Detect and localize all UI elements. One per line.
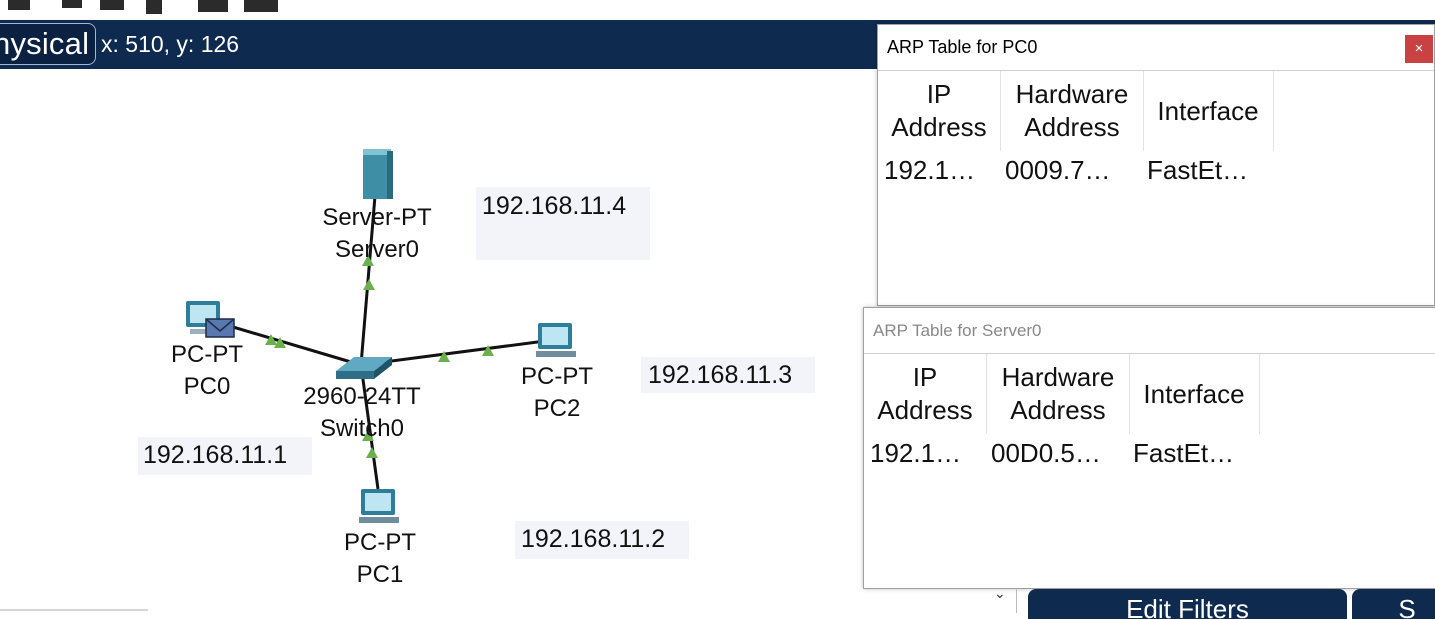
server0-label: Server-PT Server0 — [307, 202, 447, 266]
window-title[interactable]: ARP Table for Server0 — [864, 308, 1435, 353]
toolbar-icon[interactable] — [8, 0, 30, 10]
note-ip-server[interactable]: 192.168.11.4 — [476, 187, 650, 260]
device-name: PC2 — [533, 395, 581, 422]
note-ip-pc0[interactable]: 192.168.11.1 — [138, 437, 312, 475]
cell-hardware: 00D0.5… — [991, 438, 1101, 468]
pc0-label: PC-PT PC0 — [152, 339, 262, 403]
chevron-down-icon[interactable]: ⌄ — [994, 585, 1006, 602]
toolbar-icon[interactable] — [198, 0, 228, 12]
device-name: PC1 — [356, 561, 404, 588]
device-type: PC-PT — [521, 363, 593, 390]
column-header-hardware[interactable]: Hardware Address — [987, 354, 1130, 434]
server-icon — [363, 149, 393, 199]
device-type: PC-PT — [171, 341, 243, 368]
divider — [1016, 588, 1017, 613]
column-header-interface[interactable]: Interface — [1143, 71, 1274, 151]
device-name: Server0 — [334, 236, 420, 263]
cell-interface: FastEt… — [1147, 155, 1249, 185]
divider — [0, 609, 148, 611]
note-ip-pc2[interactable]: 192.168.11.3 — [641, 357, 815, 393]
cell-interface: FastEt… — [1133, 438, 1235, 468]
edit-filters-button[interactable]: Edit Filters — [1028, 589, 1347, 619]
pc1-icon — [359, 489, 399, 523]
pc2-label: PC-PT PC2 — [502, 361, 612, 425]
device-type: Server-PT — [322, 204, 432, 231]
column-header-interface[interactable]: Interface — [1129, 354, 1260, 434]
link-up-indicator — [363, 279, 375, 290]
note-ip-pc1[interactable]: 192.168.11.2 — [515, 521, 689, 559]
column-header-ip[interactable]: IP Address — [864, 354, 987, 434]
device-name: PC0 — [183, 373, 231, 400]
switch0-label: 2960-24TT Switch0 — [287, 381, 437, 445]
arp-table-server0-window[interactable]: ARP Table for Server0 IP Address Hardwar… — [863, 307, 1435, 589]
toolbar-strip — [0, 0, 1435, 20]
toolbar-icon[interactable] — [244, 0, 278, 12]
physical-tab[interactable]: hysical — [0, 23, 97, 65]
column-header-hardware[interactable]: Hardware Address — [1001, 71, 1144, 151]
pc2-icon — [536, 323, 576, 357]
arp-table-pc0-window[interactable]: ARP Table for PC0 × IP Address Hardware … — [877, 24, 1435, 306]
close-icon[interactable]: × — [1405, 35, 1433, 63]
device-type: 2960-24TT — [303, 383, 421, 410]
arp-table: IP Address Hardware Address Interface 19… — [878, 70, 1434, 305]
device-type: PC-PT — [344, 529, 416, 556]
cell-ip: 192.1… — [884, 155, 976, 185]
column-header-ip[interactable]: IP Address — [878, 71, 1001, 151]
link-up-indicator — [366, 447, 378, 458]
arp-table: IP Address Hardware Address Interface 19… — [864, 353, 1435, 588]
toolbar-icon[interactable] — [62, 0, 82, 8]
pc1-label: PC-PT PC1 — [325, 527, 435, 591]
cursor-coordinates: x: 510, y: 126 — [101, 31, 240, 57]
toolbar-icon[interactable] — [146, 0, 162, 14]
show-button[interactable]: S — [1352, 589, 1435, 619]
pdu-envelope-icon — [205, 318, 235, 338]
window-title[interactable]: ARP Table for PC0 — [878, 25, 1434, 70]
cell-ip: 192.1… — [870, 438, 962, 468]
cell-hardware: 0009.7… — [1005, 155, 1111, 185]
toolbar-icon[interactable] — [100, 0, 124, 10]
